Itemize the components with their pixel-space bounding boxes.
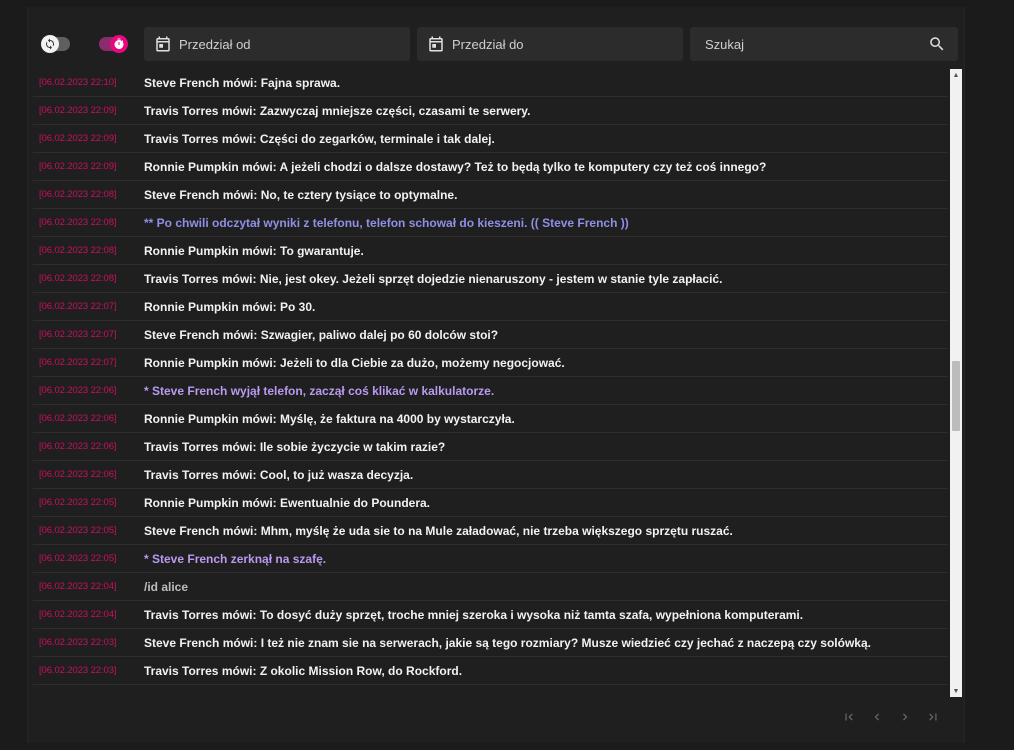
message-timestamp: [06.02.2023 22:04] (39, 581, 117, 592)
chevron-right-icon[interactable] (891, 707, 919, 727)
message-timestamp: [06.02.2023 22:06] (39, 413, 117, 424)
chat-log-panel: [06.02.2023 22:10] Steve French mówi: Faj… (27, 7, 965, 743)
chevron-left-icon[interactable] (863, 707, 891, 727)
message-text: Ronnie Pumpkin mówi: Po 30. (144, 299, 316, 314)
message-text: Travis Torres mówi: Z okolic Mission Row… (144, 663, 463, 678)
message-timestamp: [06.02.2023 22:06] (39, 469, 117, 480)
message-text: Ronnie Pumpkin mówi: To gwarantuje. (144, 243, 364, 258)
message-timestamp: [06.02.2023 22:08] (39, 217, 117, 228)
pagination (835, 707, 947, 727)
message-text: * Steve French zerknął na szafę. (144, 551, 327, 566)
chat-log-row: [06.02.2023 22:05] Steve French mówi: Mhm… (33, 517, 948, 545)
message-text: Travis Torres mówi: Części do zegarków, … (144, 131, 495, 146)
scroll-down-arrow-icon[interactable]: ▼ (950, 685, 962, 697)
chat-log-row: [06.02.2023 22:08] Ronnie Pumpkin mówi: T… (33, 237, 948, 265)
message-timestamp: [06.02.2023 22:08] (39, 189, 117, 200)
message-timestamp: [06.02.2023 22:09] (39, 133, 117, 144)
chat-log-row: [06.02.2023 22:06] Travis Torres mówi: Il… (33, 433, 948, 461)
date-from-field[interactable] (144, 27, 410, 61)
message-text: Travis Torres mówi: Ile sobie życzycie w… (144, 439, 446, 454)
scroll-thumb[interactable] (952, 361, 960, 431)
chat-log[interactable]: [06.02.2023 22:10] Steve French mówi: Faj… (33, 69, 962, 697)
message-text: * Steve French wyjął telefon, zaczął coś… (144, 383, 495, 398)
message-text: Ronnie Pumpkin mówi: A jeżeli chodzi o d… (144, 159, 767, 174)
message-text: /id alice (144, 579, 189, 594)
message-timestamp: [06.02.2023 22:06] (39, 441, 117, 452)
chat-log-row: [06.02.2023 22:10] Steve French mówi: Faj… (33, 69, 948, 97)
message-text: Steve French mówi: I też nie znam sie na… (144, 635, 871, 650)
message-text: Travis Torres mówi: Cool, to już wasza d… (144, 467, 414, 482)
message-timestamp: [06.02.2023 22:03] (39, 637, 117, 648)
log-scrollbar[interactable]: ▲ ▼ (950, 69, 962, 697)
search-icon[interactable] (928, 35, 946, 53)
chat-log-row: [06.02.2023 22:05] Ronnie Pumpkin mówi: E… (33, 489, 948, 517)
timer-toggle[interactable] (99, 35, 128, 53)
message-text: Ronnie Pumpkin mówi: Myślę, że faktura n… (144, 411, 515, 426)
message-timestamp: [06.02.2023 22:09] (39, 161, 117, 172)
message-text: Steve French mówi: Szwagier, paliwo dale… (144, 327, 499, 342)
message-timestamp: [06.02.2023 22:07] (39, 301, 117, 312)
message-timestamp: [06.02.2023 22:05] (39, 553, 117, 564)
message-text: ** Po chwili odczytał wyniki z telefonu,… (144, 215, 629, 230)
chat-log-row: [06.02.2023 22:07] Ronnie Pumpkin mówi: P… (33, 293, 948, 321)
chat-log-row: [06.02.2023 22:09] Travis Torres mówi: Cz… (33, 125, 948, 153)
message-text: Travis Torres mówi: Nie, jest okey. Jeże… (144, 271, 723, 286)
message-timestamp: [06.02.2023 22:05] (39, 525, 117, 536)
message-text: Steve French mówi: Fajna sprawa. (144, 75, 341, 90)
message-timestamp: [06.02.2023 22:04] (39, 609, 117, 620)
search-field[interactable] (690, 27, 958, 61)
message-timestamp: [06.02.2023 22:08] (39, 245, 117, 256)
search-input[interactable] (705, 27, 925, 61)
message-text: Travis Torres mówi: Zazwyczaj mniejsze c… (144, 103, 531, 118)
sync-toggle[interactable] (41, 35, 70, 53)
message-text: Ronnie Pumpkin mówi: Ewentualnie do Poun… (144, 495, 431, 510)
chat-log-row: [06.02.2023 22:08] Travis Torres mówi: Ni… (33, 265, 948, 293)
chat-log-row: [06.02.2023 22:06] * Steve French wyjął t… (33, 377, 948, 405)
calendar-icon (154, 35, 172, 53)
chat-log-row: [06.02.2023 22:03] Steve French mówi: I t… (33, 629, 948, 657)
chat-log-row: [06.02.2023 22:06] Travis Torres mówi: Co… (33, 461, 948, 489)
date-to-input[interactable] (452, 27, 672, 61)
calendar-icon (427, 35, 445, 53)
chat-log-row: [06.02.2023 22:04] /id alice (33, 573, 948, 601)
message-timestamp: [06.02.2023 22:07] (39, 329, 117, 340)
message-timestamp: [06.02.2023 22:10] (39, 77, 117, 88)
message-timestamp: [06.02.2023 22:09] (39, 105, 117, 116)
chat-log-row: [06.02.2023 22:08] ** Po chwili odczytał … (33, 209, 948, 237)
message-text: Steve French mówi: Mhm, myślę że uda sie… (144, 523, 733, 538)
chat-log-row: [06.02.2023 22:09] Ronnie Pumpkin mówi: A… (33, 153, 948, 181)
chat-log-row: [06.02.2023 22:08] Steve French mówi: No,… (33, 181, 948, 209)
message-timestamp: [06.02.2023 22:07] (39, 357, 117, 368)
first-page-icon[interactable] (835, 707, 863, 727)
chat-log-row: [06.02.2023 22:07] Steve French mówi: Szw… (33, 321, 948, 349)
chat-log-row: [06.02.2023 22:06] Ronnie Pumpkin mówi: M… (33, 405, 948, 433)
message-text: Steve French mówi: No, te cztery tysiące… (144, 187, 458, 202)
scroll-up-arrow-icon[interactable]: ▲ (950, 69, 962, 81)
chat-log-row: [06.02.2023 22:03] Travis Torres mówi: Z … (33, 657, 948, 685)
filter-toolbar (28, 27, 964, 61)
message-text: Ronnie Pumpkin mówi: Jeżeli to dla Ciebi… (144, 355, 565, 370)
chat-log-row: [06.02.2023 22:04] Travis Torres mówi: To… (33, 601, 948, 629)
message-timestamp: [06.02.2023 22:08] (39, 273, 117, 284)
chat-log-row: [06.02.2023 22:09] Travis Torres mówi: Za… (33, 97, 948, 125)
last-page-icon[interactable] (919, 707, 947, 727)
message-timestamp: [06.02.2023 22:06] (39, 385, 117, 396)
date-to-field[interactable] (417, 27, 683, 61)
sync-icon (41, 35, 59, 53)
message-timestamp: [06.02.2023 22:05] (39, 497, 117, 508)
chat-log-row: [06.02.2023 22:07] Ronnie Pumpkin mówi: J… (33, 349, 948, 377)
chat-log-rows: [06.02.2023 22:10] Steve French mówi: Faj… (33, 69, 948, 685)
stopwatch-icon (110, 35, 128, 53)
date-from-input[interactable] (179, 27, 399, 61)
message-text: Travis Torres mówi: To dosyć duży sprzęt… (144, 607, 804, 622)
message-timestamp: [06.02.2023 22:03] (39, 665, 117, 676)
chat-log-row: [06.02.2023 22:05] * Steve French zerknął… (33, 545, 948, 573)
